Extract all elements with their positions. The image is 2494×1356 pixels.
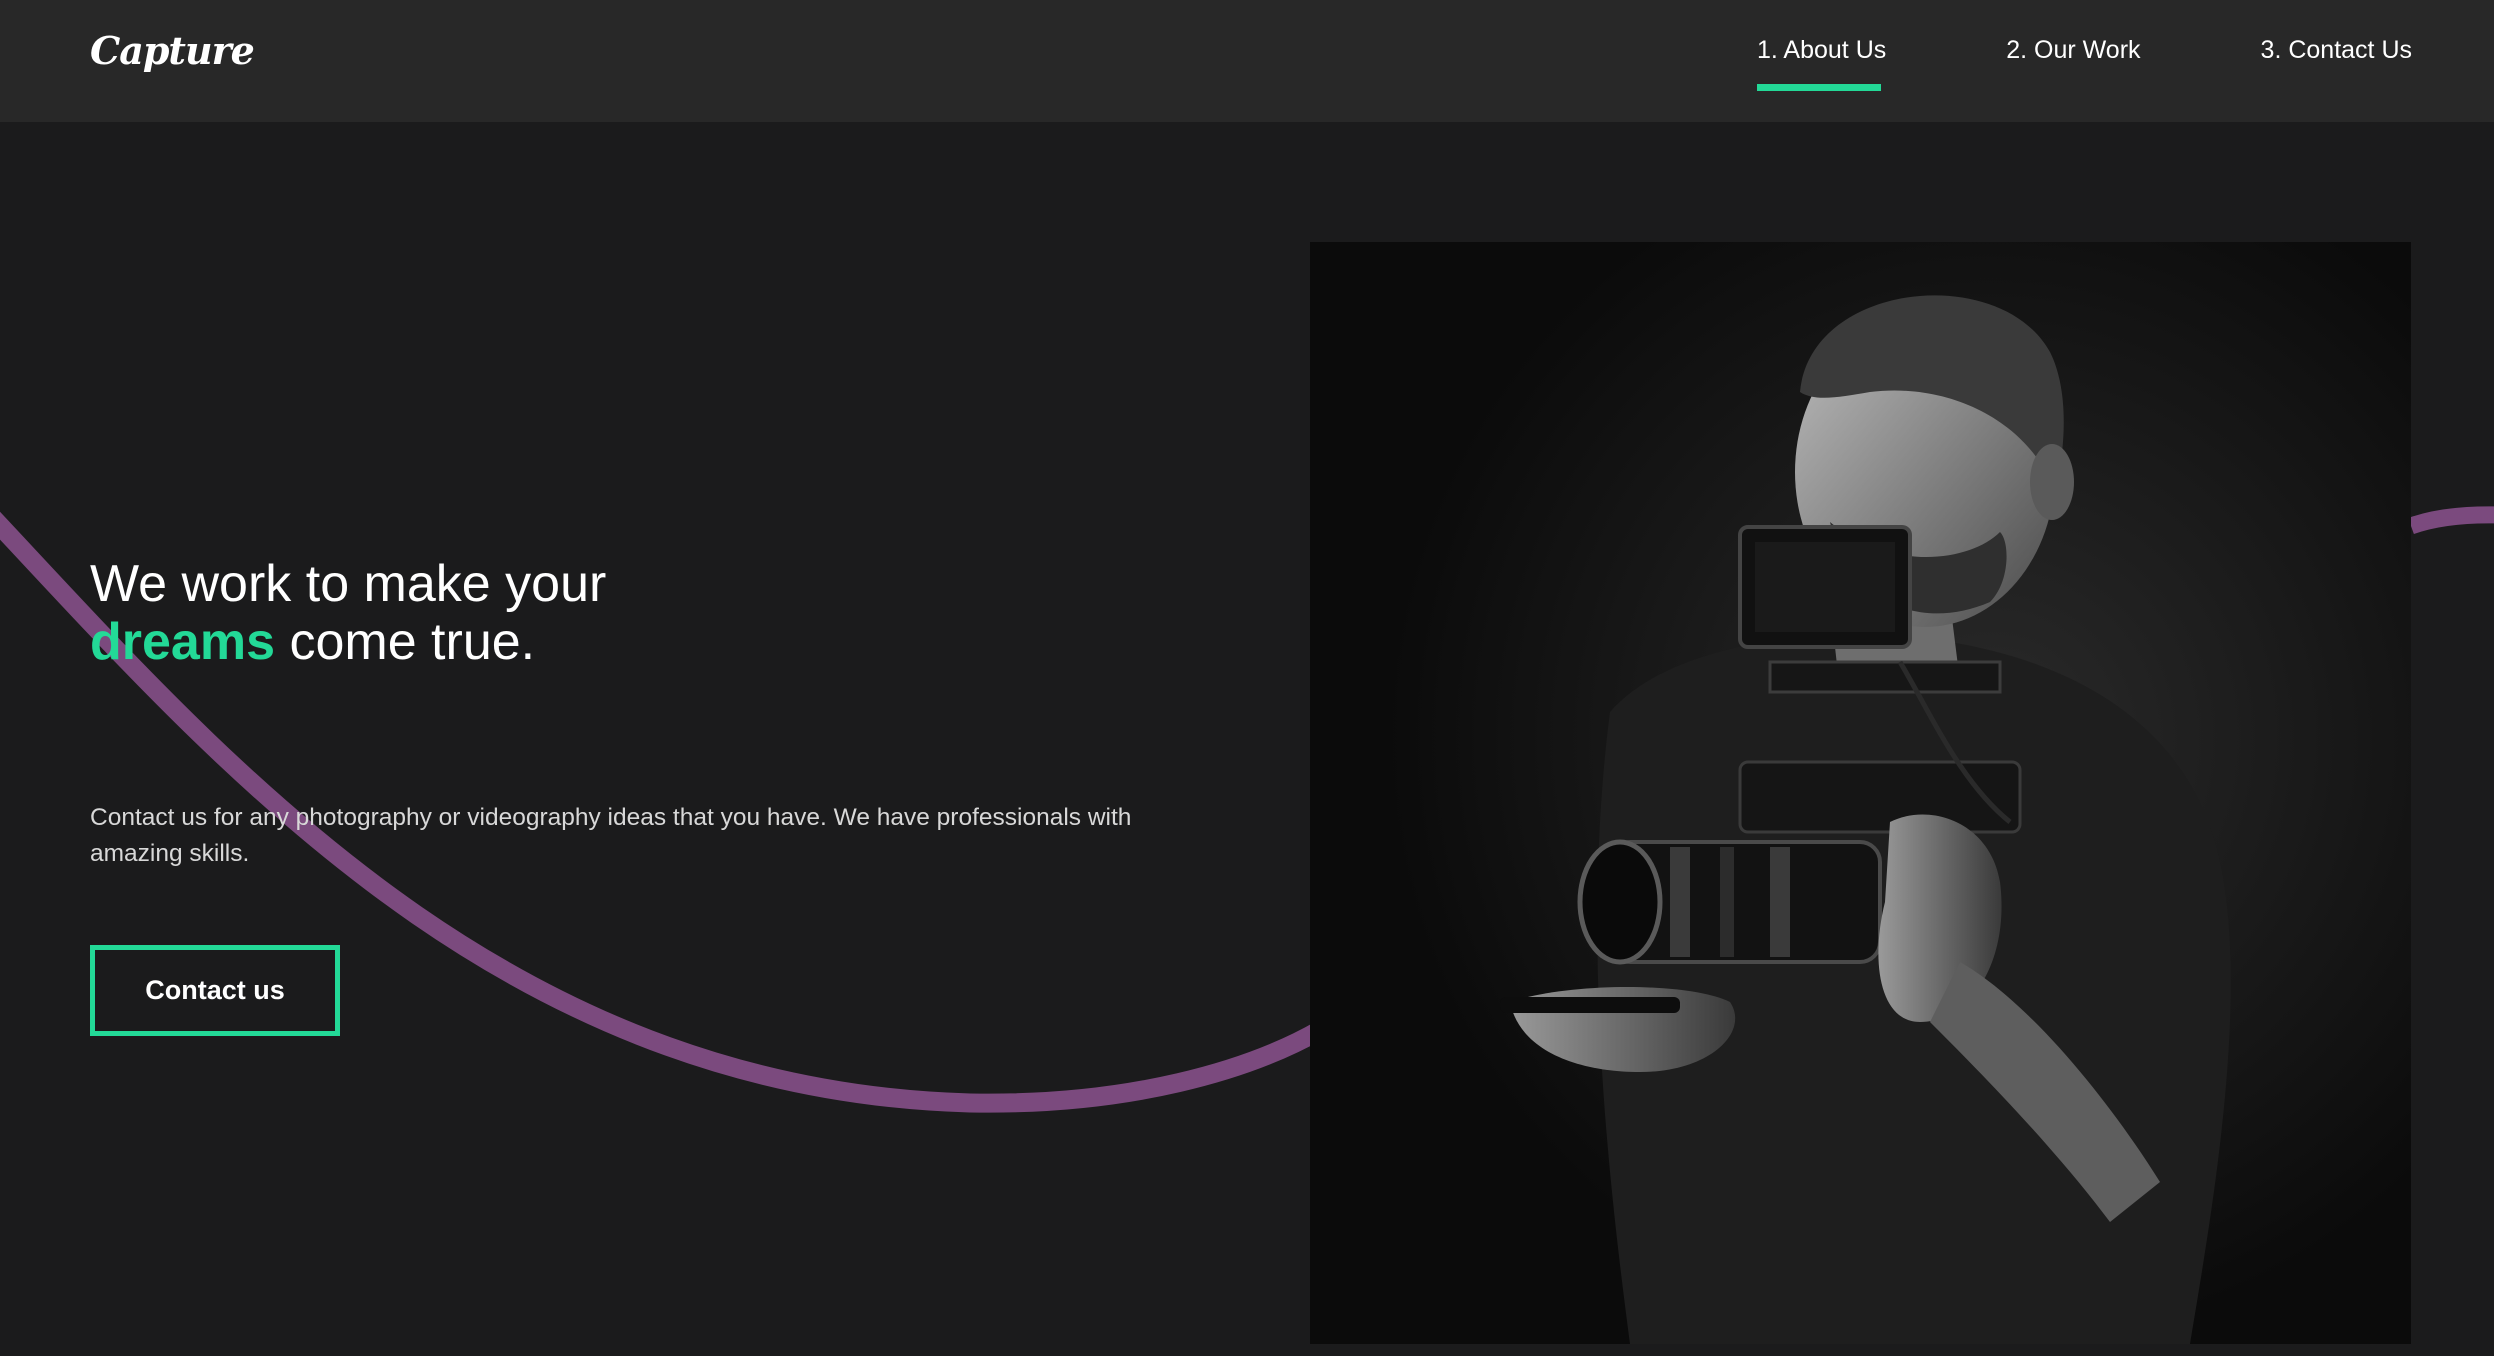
nav-item-label: 3. Contact Us bbox=[2260, 36, 2412, 64]
hero-title: We work to make your dreams come true. bbox=[90, 555, 650, 671]
brand-logo[interactable]: Capture bbox=[90, 28, 255, 73]
site-header: Capture 1. About Us 2. Our Work 3. Conta… bbox=[0, 0, 2494, 122]
hero-description: Contact us for any photography or videog… bbox=[90, 804, 1132, 867]
active-nav-indicator bbox=[1757, 84, 1881, 91]
photographer-illustration bbox=[1310, 242, 2411, 1344]
nav-item-our-work[interactable]: 2. Our Work bbox=[2006, 36, 2140, 65]
hero-title-part1: We work to make your bbox=[90, 555, 607, 613]
nav-item-label: 1. About Us bbox=[1757, 36, 1887, 64]
nav-item-label: 2. Our Work bbox=[2006, 36, 2141, 64]
photographer-with-camera-image bbox=[1310, 242, 2411, 1344]
hero-title-accent: dreams bbox=[90, 613, 275, 671]
hero-title-part2: come true. bbox=[289, 613, 536, 671]
main-nav: 1. About Us 2. Our Work 3. Contact Us bbox=[1757, 36, 2412, 91]
decorative-wave-end bbox=[2411, 506, 2494, 535]
contact-us-button[interactable]: Contact us bbox=[90, 945, 340, 1036]
page: Capture 1. About Us 2. Our Work 3. Conta… bbox=[0, 0, 2494, 1356]
nav-item-contact-us[interactable]: 3. Contact Us bbox=[2261, 36, 2412, 65]
nav-item-about-us[interactable]: 1. About Us bbox=[1757, 36, 1887, 91]
